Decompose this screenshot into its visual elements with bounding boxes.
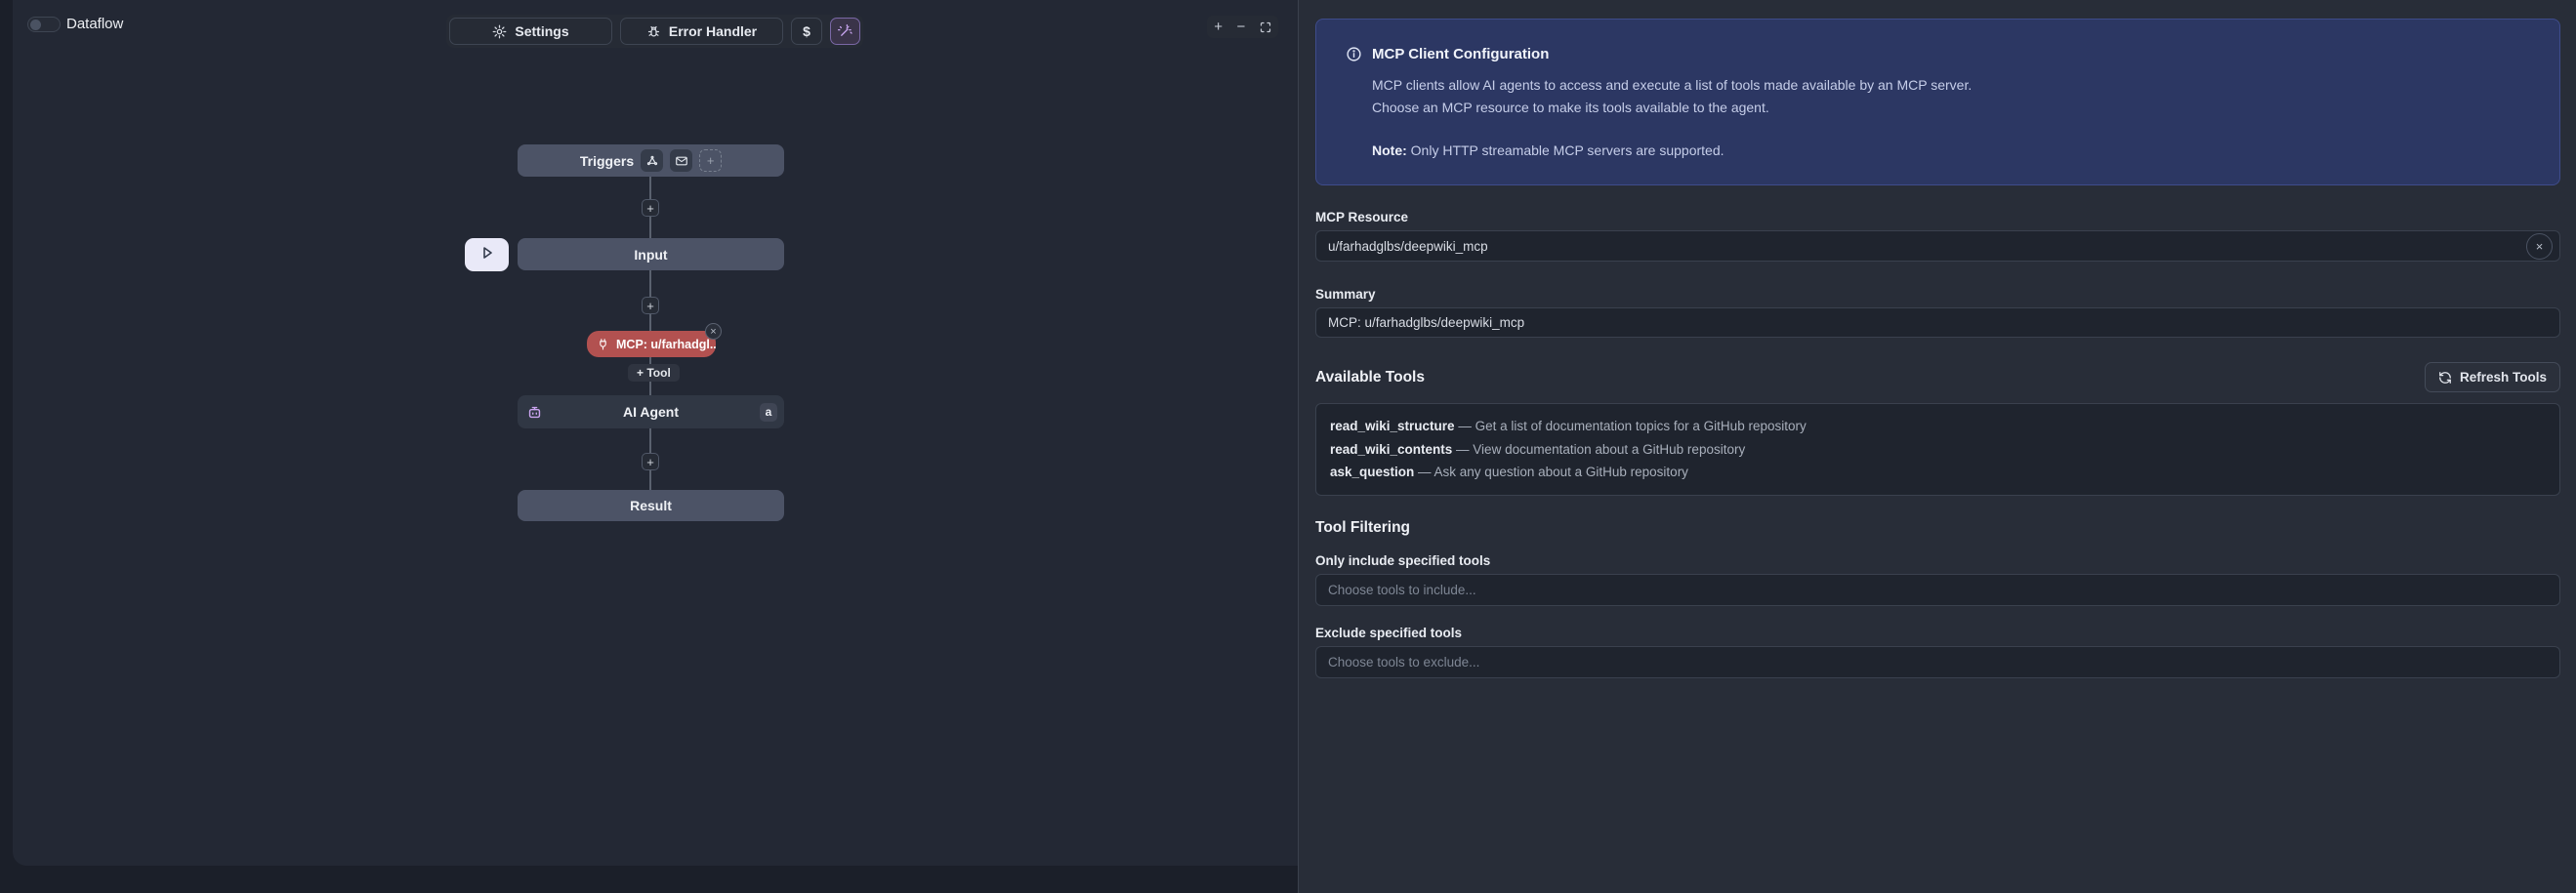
mcp-resource-label: MCP Resource <box>1315 210 2560 224</box>
settings-button[interactable]: Settings <box>449 18 612 45</box>
refresh-tools-button[interactable]: Refresh Tools <box>2425 362 2560 392</box>
mcp-tool-label: MCP: u/farhadgl... <box>616 338 716 351</box>
variables-button[interactable]: $ <box>791 18 822 45</box>
tool-filtering-heading: Tool Filtering <box>1315 519 2560 537</box>
add-node-button-1[interactable]: + <box>642 199 659 217</box>
plug-icon <box>597 338 609 350</box>
add-node-button-3[interactable]: + <box>642 453 659 470</box>
clear-resource-button[interactable]: × <box>2526 233 2553 260</box>
info-note-label: Note: <box>1372 142 1407 158</box>
mcp-tool-pill[interactable]: MCP: u/farhadgl... <box>587 331 716 357</box>
magic-wand-button[interactable] <box>830 18 860 45</box>
toggle-knob <box>30 20 41 30</box>
tool-name: read_wiki_structure <box>1330 419 1455 433</box>
node-triggers[interactable]: Triggers + <box>518 144 784 177</box>
workflow-canvas[interactable] <box>13 0 1298 866</box>
agent-badge: a <box>760 403 777 422</box>
play-icon <box>479 245 495 265</box>
ai-agent-node-label: AI Agent <box>623 404 679 420</box>
mcp-resource-input[interactable] <box>1315 230 2560 262</box>
info-line-2: Choose an MCP resource to make its tools… <box>1372 97 2530 119</box>
dataflow-toggle[interactable] <box>27 17 61 32</box>
bug-icon <box>646 24 661 39</box>
tool-row: ask_question — Ask any question about a … <box>1330 461 2546 484</box>
canvas-toolbar: Settings Error Handler $ <box>446 15 863 48</box>
dollar-icon: $ <box>803 23 810 39</box>
add-tool-button[interactable]: + Tool <box>628 364 680 382</box>
info-note-text: Only HTTP streamable MCP servers are sup… <box>1407 142 1724 158</box>
zoom-controls: + − <box>1207 16 1278 38</box>
webhook-trigger-icon[interactable] <box>641 149 663 172</box>
settings-label: Settings <box>515 23 568 39</box>
tool-row: read_wiki_structure — Get a list of docu… <box>1330 415 2546 438</box>
zoom-out-icon[interactable]: − <box>1236 20 1245 34</box>
error-handler-button[interactable]: Error Handler <box>620 18 783 45</box>
triggers-node-label: Triggers <box>580 153 634 169</box>
summary-label: Summary <box>1315 287 2560 302</box>
node-result[interactable]: Result <box>518 490 784 521</box>
available-tools-heading: Available Tools <box>1315 369 1425 386</box>
error-handler-label: Error Handler <box>669 23 757 39</box>
gear-icon <box>492 24 507 39</box>
config-panel: MCP Client Configuration MCP clients all… <box>1298 0 2576 893</box>
info-title: MCP Client Configuration <box>1372 46 1549 62</box>
tool-row: read_wiki_contents — View documentation … <box>1330 438 2546 462</box>
info-line-1: MCP clients allow AI agents to access an… <box>1372 74 2530 97</box>
tool-name: ask_question <box>1330 465 1414 479</box>
run-button[interactable] <box>465 238 509 271</box>
mcp-info-banner: MCP Client Configuration MCP clients all… <box>1315 19 2560 185</box>
exclude-tools-label: Exclude specified tools <box>1315 626 2560 640</box>
result-node-label: Result <box>630 498 672 513</box>
remove-mcp-tool-button[interactable]: × <box>705 323 722 340</box>
node-ai-agent[interactable]: AI Agent a <box>518 395 784 428</box>
tool-desc: — Ask any question about a GitHub reposi… <box>1414 465 1688 479</box>
fit-view-icon[interactable] <box>1260 21 1271 33</box>
tool-desc: — Get a list of documentation topics for… <box>1455 419 1807 433</box>
exclude-tools-input[interactable] <box>1315 646 2560 678</box>
wand-icon <box>838 24 852 39</box>
tool-desc: — View documentation about a GitHub repo… <box>1452 442 1745 457</box>
refresh-icon <box>2438 371 2452 385</box>
refresh-tools-label: Refresh Tools <box>2460 370 2547 385</box>
zoom-in-icon[interactable]: + <box>1214 20 1223 34</box>
tool-name: read_wiki_contents <box>1330 442 1452 457</box>
add-node-button-2[interactable]: + <box>642 297 659 314</box>
tools-list: read_wiki_structure — Get a list of docu… <box>1315 403 2560 496</box>
dataflow-label: Dataflow <box>66 16 123 32</box>
app-root: Dataflow Settings Error Handler $ + − <box>0 0 2576 893</box>
input-node-label: Input <box>634 247 667 263</box>
summary-input[interactable] <box>1315 307 2560 338</box>
robot-icon <box>526 404 543 421</box>
include-tools-label: Only include specified tools <box>1315 553 2560 568</box>
add-trigger-button[interactable]: + <box>699 149 722 172</box>
node-input[interactable]: Input <box>518 238 784 270</box>
include-tools-input[interactable] <box>1315 574 2560 606</box>
email-trigger-icon[interactable] <box>670 149 692 172</box>
info-icon <box>1346 46 1362 62</box>
